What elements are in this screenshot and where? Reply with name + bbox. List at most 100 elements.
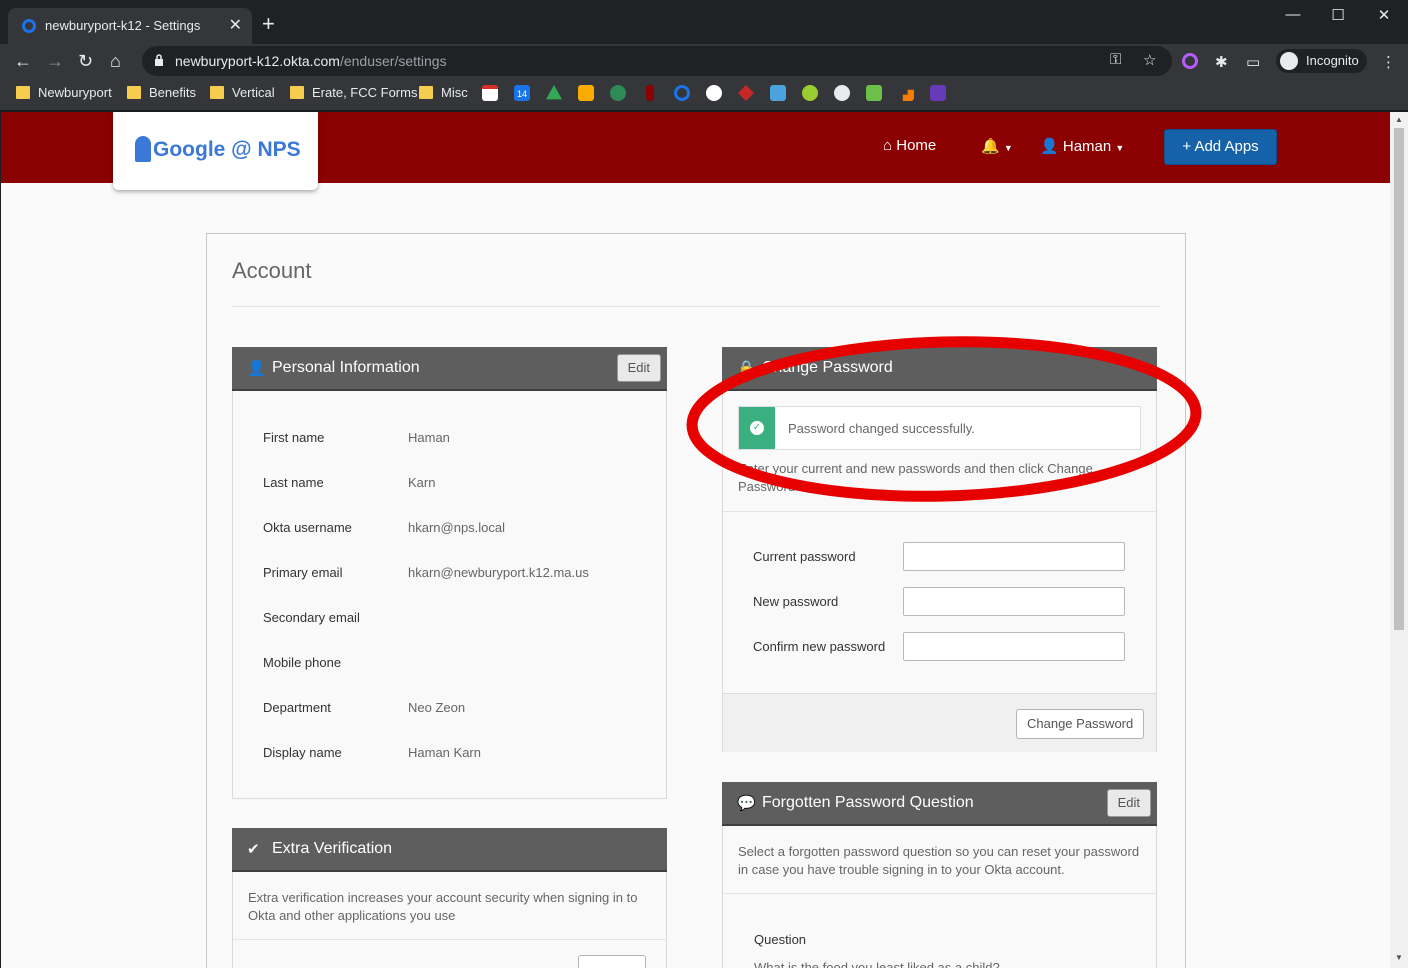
panel-title: Extra Verification	[272, 840, 393, 857]
google-bookmark-icon[interactable]	[706, 85, 722, 101]
green-bookmark-icon[interactable]	[802, 85, 818, 101]
panel-header: 🔒 Change Password	[722, 347, 1157, 391]
bookmark-misc[interactable]: Misc	[419, 85, 468, 100]
back-button[interactable]: ←	[14, 49, 32, 73]
checkmark-icon: ✔	[247, 841, 260, 858]
change-password-panel: 🔒 Change Password ✓ Password changed suc…	[722, 347, 1157, 752]
p-bookmark-icon[interactable]	[866, 85, 882, 101]
maximize-window-button[interactable]: ☐	[1315, 6, 1361, 24]
folder-icon	[290, 86, 304, 99]
okta-favicon-icon	[22, 19, 36, 33]
divider	[232, 306, 1160, 307]
incognito-label: Incognito	[1306, 53, 1359, 68]
globe-bookmark-icon[interactable]	[834, 85, 850, 101]
bookmark-vertical[interactable]: Vertical	[210, 85, 275, 100]
bookmark-newburyport[interactable]: Newburyport	[16, 85, 112, 100]
star-bookmark-icon[interactable]: ☆	[1143, 51, 1156, 69]
personal-information-panel: 👤 Personal Information Edit First name H…	[232, 347, 667, 799]
panel-title: Forgotten Password Question	[762, 794, 974, 811]
tree-logo-icon	[135, 136, 151, 162]
forms-bookmark-icon[interactable]	[930, 85, 946, 101]
calendar-bookmark-icon[interactable]: 14	[514, 85, 530, 101]
question-label: Question	[754, 932, 807, 947]
user-menu[interactable]: 👤 Haman ▼	[1040, 137, 1124, 155]
nav-home[interactable]: ⌂ Home	[883, 137, 936, 154]
folder-icon	[419, 86, 433, 99]
confirm-password-label: Confirm new password	[753, 639, 886, 654]
department-label: Department	[263, 700, 331, 715]
new-password-input[interactable]	[903, 587, 1125, 616]
change-password-footer: Change Password	[723, 693, 1156, 752]
divider	[233, 939, 666, 940]
incognito-profile-button[interactable]: Incognito	[1276, 49, 1367, 73]
success-check-icon: ✓	[739, 407, 775, 449]
panel-header: ✔ Extra Verification	[232, 828, 667, 872]
browser-tab-active[interactable]: newburyport-k12 - Settings ✕	[8, 8, 252, 44]
caret-down-icon: ▼	[1115, 143, 1125, 153]
lock-icon: 🔒	[737, 360, 756, 377]
forgotten-password-question-panel: 💬 Forgotten Password Question Edit Selec…	[722, 782, 1157, 968]
extra-verification-description: Extra verification increases your accoun…	[248, 890, 638, 923]
change-password-button[interactable]: Change Password	[1016, 709, 1145, 739]
edit-forgotten-question-button[interactable]: Edit	[1106, 789, 1151, 817]
forward-button[interactable]: →	[46, 49, 64, 73]
browser-menu-icon[interactable]: ⋮	[1381, 53, 1396, 71]
color-extension-icon[interactable]	[1182, 53, 1198, 69]
bookmark-benefits[interactable]: Benefits	[127, 85, 196, 100]
keep-bookmark-icon[interactable]	[578, 85, 594, 101]
bookmark-erate-fcc-forms[interactable]: Erate, FCC Forms	[290, 85, 417, 100]
scrollbar-thumb[interactable]	[1394, 128, 1404, 630]
panel-header: 💬 Forgotten Password Question Edit	[722, 782, 1157, 826]
lock-icon	[155, 54, 163, 66]
browser-tabstrip: newburyport-k12 - Settings ✕ + — ☐ ✕	[0, 0, 1408, 44]
leaf-bookmark-icon[interactable]	[610, 85, 626, 101]
success-alert: ✓ Password changed successfully.	[738, 406, 1141, 450]
close-tab-icon[interactable]: ✕	[229, 15, 242, 35]
tab-title: newburyport-k12 - Settings	[45, 18, 201, 33]
plus-icon: +	[1182, 138, 1192, 155]
display-name-label: Display name	[263, 745, 342, 760]
change-password-description: Enter your current and new passwords and…	[738, 461, 1093, 494]
extra-verification-panel: ✔ Extra Verification Extra verification …	[232, 828, 667, 968]
folder-icon	[210, 86, 224, 99]
okta-bookmark-icon[interactable]	[674, 85, 690, 101]
notifications-menu[interactable]: 🔔 ▼	[981, 137, 1013, 155]
extra-verification-setup-button[interactable]	[578, 955, 646, 968]
divider	[723, 511, 1156, 512]
gmail-bookmark-icon[interactable]	[482, 85, 498, 101]
new-password-label: New password	[753, 594, 839, 609]
incognito-icon	[1280, 52, 1298, 70]
key-icon[interactable]: ⚿	[1110, 51, 1121, 68]
user-icon: 👤	[1040, 138, 1059, 155]
extensions-puzzle-icon[interactable]: ✱	[1215, 53, 1228, 71]
close-window-button[interactable]: ✕	[1361, 6, 1407, 24]
secondary-email-label: Secondary email	[263, 610, 360, 625]
forgotten-question-description: Select a forgotten password question so …	[738, 844, 1140, 877]
panel-title: Change Password	[762, 359, 893, 376]
red-bookmark-icon[interactable]	[646, 85, 654, 101]
page-scrollbar[interactable]: ▲ ▼	[1390, 112, 1408, 968]
home-icon[interactable]: ⌂	[110, 49, 121, 73]
reload-button[interactable]: ↻	[78, 49, 93, 73]
primary-email-label: Primary email	[263, 565, 343, 580]
folder-icon	[127, 86, 141, 99]
panel-title: Personal Information	[272, 359, 420, 376]
success-message: Password changed successfully.	[788, 421, 975, 436]
cast-icon[interactable]: ▭	[1246, 53, 1260, 71]
scroll-down-arrow-icon[interactable]: ▼	[1395, 953, 1403, 962]
edit-personal-info-button[interactable]: Edit	[616, 354, 661, 382]
confirm-password-input[interactable]	[903, 632, 1125, 661]
first-name-value: Haman	[408, 430, 450, 445]
minimize-window-button[interactable]: —	[1270, 6, 1316, 23]
box-bookmark-icon[interactable]	[770, 85, 786, 101]
address-bar[interactable]: newburyport-k12.okta.com/enduser/setting…	[142, 46, 1172, 76]
okta-username-value: hkarn@nps.local	[408, 520, 506, 535]
browser-toolbar: ← → ↻ ⌂ newburyport-k12.okta.com/enduser…	[0, 44, 1408, 78]
current-password-input[interactable]	[903, 542, 1125, 571]
add-apps-button[interactable]: + Add Apps	[1164, 129, 1277, 165]
panel-header: 👤 Personal Information Edit	[232, 347, 667, 391]
scroll-up-arrow-icon[interactable]: ▲	[1395, 115, 1403, 124]
new-tab-button[interactable]: +	[262, 13, 275, 35]
org-logo[interactable]: Google @ NPS	[113, 112, 318, 190]
folder-icon	[16, 86, 30, 99]
